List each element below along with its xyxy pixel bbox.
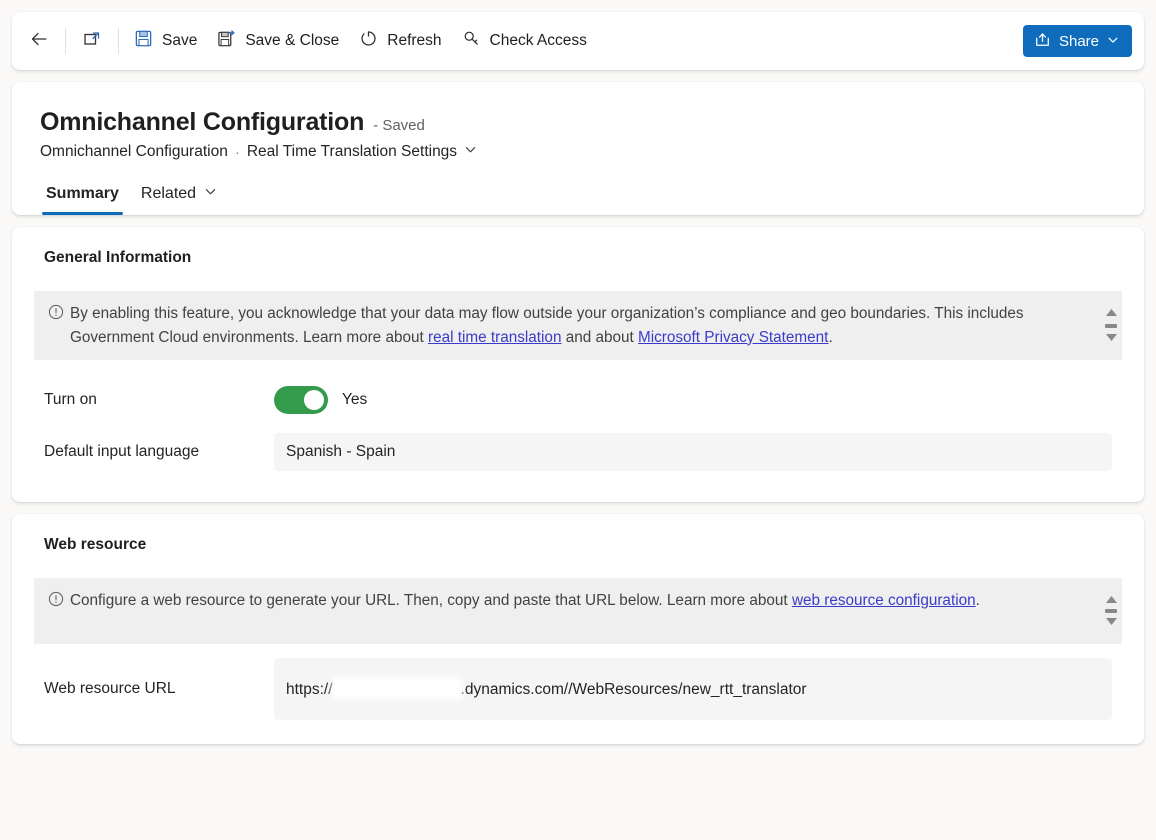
save-button[interactable]: Save: [124, 22, 207, 60]
notice-text-part-3: .: [828, 329, 832, 346]
share-button[interactable]: Share: [1023, 25, 1132, 57]
general-information-card: General Information By enabling this fea…: [12, 227, 1144, 502]
breadcrumb-current[interactable]: Real Time Translation Settings: [247, 143, 457, 161]
default-input-language-label: Default input language: [44, 443, 274, 461]
breadcrumb: Omnichannel Configuration · Real Time Tr…: [40, 143, 1116, 161]
web-resource-notice-text: Configure a web resource to generate you…: [70, 589, 1100, 633]
back-arrow-icon: [29, 29, 49, 54]
web-resource-url-control: https:// .dynamics.com//WebResources/new_…: [274, 658, 1112, 720]
save-button-label: Save: [162, 32, 197, 50]
check-access-button[interactable]: Check Access: [452, 22, 597, 60]
page-root: Save Save & Close Refresh Check Access: [0, 0, 1156, 840]
chevron-down-icon[interactable]: [464, 143, 477, 161]
scroll-up-arrow-icon[interactable]: [1105, 304, 1118, 322]
url-suffix: .dynamics.com//WebResources/new_rtt_tran…: [461, 681, 807, 698]
save-and-close-button-label: Save & Close: [245, 32, 339, 50]
tab-related[interactable]: Related: [135, 181, 223, 215]
refresh-circular-arrow-icon: [359, 29, 378, 53]
redacted-tenant-block: [334, 680, 460, 697]
scroll-down-arrow-icon[interactable]: [1105, 329, 1118, 347]
refresh-button-label: Refresh: [387, 32, 441, 50]
web-resource-configuration-link[interactable]: web resource configuration: [792, 592, 976, 609]
breadcrumb-separator: ·: [235, 144, 240, 161]
save-and-close-button[interactable]: Save & Close: [207, 22, 349, 60]
info-circle-exclamation-icon: [48, 591, 64, 633]
save-and-close-icon: [217, 29, 236, 53]
tab-related-label: Related: [141, 185, 196, 203]
turn-on-field-row: Turn on Yes: [34, 374, 1122, 426]
share-button-label: Share: [1059, 33, 1099, 50]
scrollbar-thumb[interactable]: [1105, 324, 1117, 328]
turn-on-value: Yes: [342, 391, 367, 409]
back-button[interactable]: [18, 22, 60, 60]
general-information-title: General Information: [34, 249, 1122, 267]
record-header: Omnichannel Configuration - Saved Omnich…: [12, 82, 1144, 215]
chevron-down-icon: [1107, 33, 1119, 50]
url-prefix: https://: [286, 681, 333, 698]
web-resource-url-label: Web resource URL: [44, 680, 274, 698]
toolbar-divider-2: [118, 28, 119, 54]
scroll-up-arrow-icon[interactable]: [1105, 591, 1118, 609]
turn-on-label: Turn on: [44, 391, 274, 409]
general-information-notice: By enabling this feature, you acknowledg…: [34, 291, 1122, 360]
web-resource-url-value: https:// .dynamics.com//WebResources/new_…: [286, 680, 807, 699]
save-status-text: - Saved: [373, 117, 425, 134]
info-circle-exclamation-icon: [48, 304, 64, 349]
turn-on-toggle[interactable]: [274, 386, 328, 414]
default-input-language-input[interactable]: Spanish - Spain: [274, 433, 1112, 471]
page-title: Omnichannel Configuration: [40, 108, 364, 137]
web-resource-url-input[interactable]: https:// .dynamics.com//WebResources/new_…: [274, 658, 1112, 720]
notice-scrollbar[interactable]: [1100, 589, 1122, 633]
refresh-button[interactable]: Refresh: [349, 22, 451, 60]
command-bar: Save Save & Close Refresh Check Access: [12, 12, 1144, 70]
notice-text-part-2: and about: [561, 329, 638, 346]
web-resource-section: Web resource Configure a web resource to…: [12, 514, 1144, 744]
web-resource-card: Web resource Configure a web resource to…: [12, 514, 1144, 744]
real-time-translation-link[interactable]: real time translation: [428, 329, 561, 346]
save-floppy-icon: [134, 29, 153, 53]
microsoft-privacy-statement-link[interactable]: Microsoft Privacy Statement: [638, 329, 828, 346]
toolbar-divider-1: [65, 28, 66, 54]
tab-summary-label: Summary: [46, 185, 119, 202]
general-information-section: General Information By enabling this fea…: [12, 227, 1144, 502]
turn-on-toggle-wrap: Yes: [274, 386, 1112, 414]
web-resource-notice: Configure a web resource to generate you…: [34, 578, 1122, 644]
toggle-knob: [304, 390, 324, 410]
tab-list: Summary Related: [40, 181, 1116, 215]
default-input-language-control: Spanish - Spain: [274, 433, 1112, 471]
tab-summary[interactable]: Summary: [40, 181, 125, 215]
open-in-new-window-button[interactable]: [71, 22, 113, 60]
open-in-new-window-icon: [82, 29, 102, 54]
notice-scrollbar[interactable]: [1100, 302, 1122, 349]
scroll-down-arrow-icon[interactable]: [1105, 613, 1118, 631]
web-resource-title: Web resource: [34, 536, 1122, 554]
record-header-card: Omnichannel Configuration - Saved Omnich…: [12, 82, 1144, 215]
check-access-button-label: Check Access: [490, 32, 587, 50]
web-resource-url-field-row: Web resource URL https:// .dynamics.com//…: [34, 658, 1122, 720]
general-information-notice-text: By enabling this feature, you acknowledg…: [70, 302, 1100, 349]
key-icon: [462, 29, 481, 53]
default-input-language-field-row: Default input language Spanish - Spain: [34, 426, 1122, 478]
notice-text-part-2: .: [976, 592, 980, 609]
chevron-down-icon: [204, 185, 217, 203]
page-title-row: Omnichannel Configuration - Saved: [40, 108, 1116, 137]
turn-on-control: Yes: [274, 386, 1112, 414]
breadcrumb-parent[interactable]: Omnichannel Configuration: [40, 143, 228, 161]
share-icon: [1034, 31, 1051, 52]
notice-text-part-1: Configure a web resource to generate you…: [70, 592, 792, 609]
